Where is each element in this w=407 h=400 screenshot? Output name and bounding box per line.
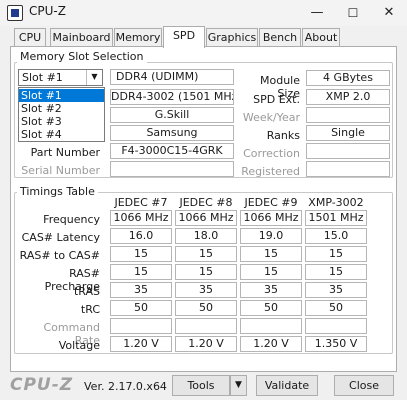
timings-cell: 50 — [305, 300, 367, 316]
ranks-value: Single — [306, 125, 390, 141]
timings-cell — [175, 318, 237, 334]
memory-type-value: DDR4 (UDIMM) — [110, 69, 234, 85]
timings-legend: Timings Table — [17, 185, 98, 198]
timings-column-header: JEDEC #7 — [114, 196, 168, 209]
week-year-value — [306, 107, 390, 123]
timings-cell: 15 — [175, 246, 237, 262]
timings-cell: 50 — [110, 300, 172, 316]
tab-bench[interactable]: Bench — [259, 28, 301, 47]
tab-about[interactable]: About — [302, 28, 340, 47]
timings-cell: 35 — [175, 282, 237, 298]
maximize-button[interactable]: ☐ — [335, 0, 371, 26]
slot-dropdown-value: Slot #1 — [22, 71, 63, 84]
timings-row-label: Voltage — [58, 339, 100, 352]
validate-button[interactable]: Validate — [256, 375, 318, 396]
tab-spd[interactable]: SPD — [163, 26, 205, 48]
timings-cell: 15 — [305, 246, 367, 262]
window-title: CPU-Z — [29, 4, 66, 18]
week-year-label: Week/Year — [242, 111, 300, 124]
tab-mainboard[interactable]: Mainboard — [50, 28, 113, 47]
dram-manufacturer-value: Samsung — [110, 125, 234, 141]
timings-column-header: JEDEC #9 — [244, 196, 298, 209]
timings-cell: 15.0 — [305, 228, 367, 244]
manufacturer-value: G.Skill — [110, 107, 234, 123]
serial-number-value — [110, 161, 234, 177]
slot-option-2[interactable]: Slot #2 — [19, 102, 104, 115]
tab-graphics[interactable]: Graphics — [206, 28, 258, 47]
registered-value — [306, 161, 390, 177]
timings-cell: 1.20 V — [240, 336, 302, 352]
timings-cell: 15 — [305, 264, 367, 280]
timings-cell: 1501 MHz — [305, 210, 367, 226]
memory-speed-value: DDR4-3002 (1501 MHz) — [110, 89, 234, 105]
close-button[interactable]: Close — [334, 375, 394, 396]
timings-row-label: CAS# Latency — [21, 231, 100, 244]
timings-cell: 50 — [240, 300, 302, 316]
timings-cell: 15 — [240, 264, 302, 280]
timings-cell: 1066 MHz — [110, 210, 172, 226]
close-window-button[interactable]: ✕ — [371, 0, 407, 26]
timings-row-label: tRAS — [73, 285, 100, 298]
timings-cell: 1.20 V — [175, 336, 237, 352]
part-number-label: Part Number — [30, 146, 100, 159]
timings-column-header: XMP-3002 — [308, 196, 364, 209]
cpuz-logo: CPU-Z — [10, 375, 74, 395]
timings-cell — [240, 318, 302, 334]
timings-cell: 19.0 — [240, 228, 302, 244]
timings-cell: 16.0 — [110, 228, 172, 244]
timings-cell: 35 — [110, 282, 172, 298]
serial-number-label: Serial Number — [21, 164, 100, 177]
slot-option-3[interactable]: Slot #3 — [19, 115, 104, 128]
slot-option-4[interactable]: Slot #4 — [19, 128, 104, 141]
timings-cell: 15 — [110, 264, 172, 280]
memory-slot-legend: Memory Slot Selection — [17, 50, 147, 63]
timings-cell: 35 — [240, 282, 302, 298]
slot-option-1[interactable]: Slot #1 — [19, 89, 104, 102]
timings-cell: 50 — [175, 300, 237, 316]
version-label: Ver. 2.17.0.x64 — [84, 380, 167, 393]
timings-cell: 18.0 — [175, 228, 237, 244]
spd-ext-label: SPD Ext. — [253, 93, 300, 106]
timings-cell: 35 — [305, 282, 367, 298]
module-size-value: 4 GBytes — [306, 70, 390, 86]
slot-dropdown[interactable]: Slot #1 ▼ — [18, 69, 103, 86]
timings-cell: 15 — [175, 264, 237, 280]
correction-label: Correction — [243, 147, 300, 160]
tab-memory[interactable]: Memory — [114, 28, 162, 47]
tools-dropdown-arrow-icon[interactable]: ▼ — [230, 375, 247, 396]
cpuz-app-icon — [7, 5, 23, 21]
ranks-label: Ranks — [266, 129, 300, 142]
timings-column-header: JEDEC #8 — [179, 196, 233, 209]
minimize-button[interactable]: — — [299, 0, 335, 26]
timings-row-label: Frequency — [43, 213, 100, 226]
tab-cpu[interactable]: CPU — [14, 28, 46, 47]
spd-ext-value: XMP 2.0 — [306, 89, 390, 105]
timings-cell — [305, 318, 367, 334]
chevron-down-icon[interactable]: ▼ — [86, 70, 102, 85]
slot-dropdown-list: Slot #1 Slot #2 Slot #3 Slot #4 — [18, 87, 105, 142]
timings-cell: 1.350 V — [305, 336, 367, 352]
timings-cell — [110, 318, 172, 334]
timings-row-label: RAS# to CAS# — [19, 249, 100, 262]
tools-button[interactable]: Tools — [172, 375, 230, 396]
timings-cell: 1066 MHz — [175, 210, 237, 226]
timings-cell: 1066 MHz — [240, 210, 302, 226]
part-number-value: F4-3000C15-4GRK — [110, 143, 234, 159]
timings-row-label: tRC — [80, 303, 100, 316]
timings-cell: 1.20 V — [110, 336, 172, 352]
correction-value — [306, 143, 390, 159]
timings-cell: 15 — [110, 246, 172, 262]
timings-cell: 15 — [240, 246, 302, 262]
registered-label: Registered — [241, 165, 300, 178]
